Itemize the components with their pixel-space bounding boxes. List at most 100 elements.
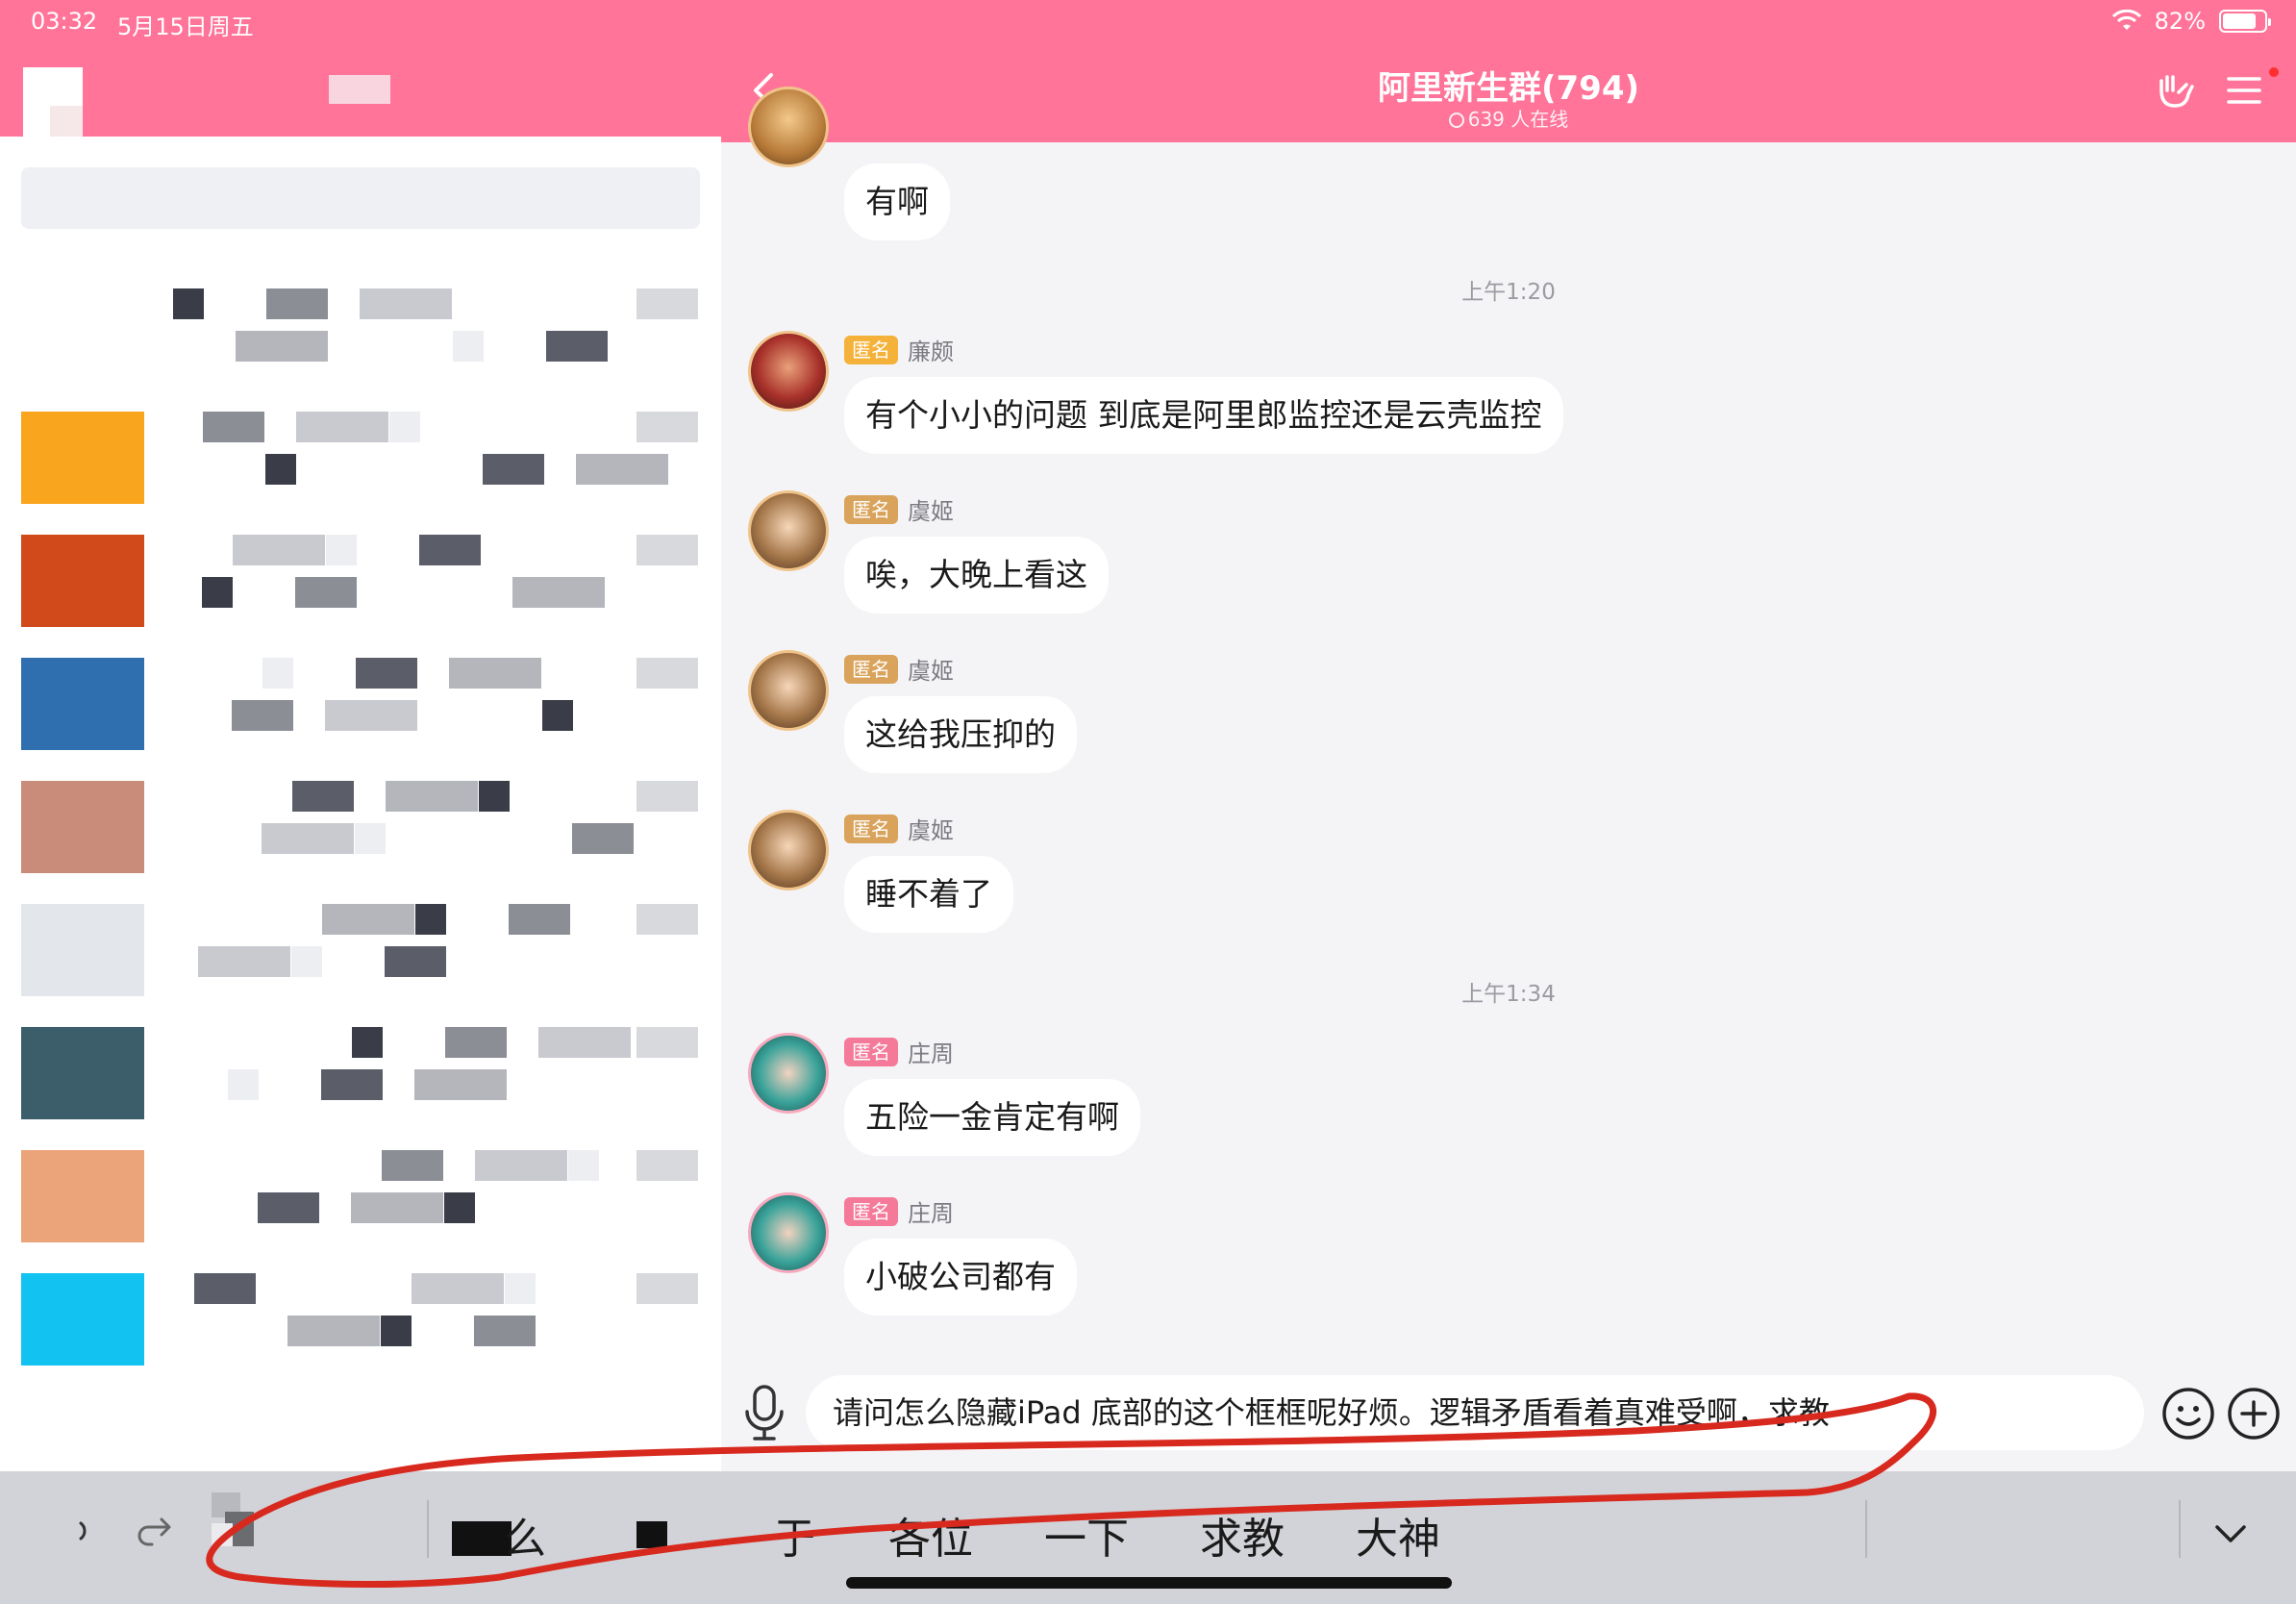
pixelated-block: [194, 1273, 256, 1304]
message-bubble[interactable]: 小破公司都有: [844, 1239, 1077, 1316]
pixelated-block: [453, 331, 484, 362]
candidate-mask: [636, 1521, 667, 1548]
clipboard-icon: [212, 1492, 254, 1546]
chat-pane: 阿里新生群(794) 639 人在线 有啊 上午1:20 匿名 廉颇 有个小小的…: [721, 0, 2296, 1471]
avatar[interactable]: [748, 87, 829, 167]
collapse-keyboard-button[interactable]: [2208, 1510, 2254, 1556]
undo-button[interactable]: [67, 1512, 106, 1550]
voice-button[interactable]: [740, 1383, 788, 1442]
message-bubble[interactable]: 这给我压抑的: [844, 696, 1077, 773]
pixelated-block: [262, 823, 354, 854]
message-meta: 匿名 庄周: [844, 1035, 954, 1068]
anonymous-tag: 匿名: [844, 1196, 898, 1226]
message-bubble[interactable]: 有啊: [844, 163, 950, 240]
conversation-row[interactable]: [0, 658, 721, 781]
online-icon: [1448, 113, 1464, 128]
time-separator: 上午1:20: [1461, 280, 1556, 305]
conversation-avatar: [21, 535, 144, 627]
pixelated-block: [295, 577, 357, 608]
status-time: 03:32: [31, 8, 98, 35]
conversation-row[interactable]: [0, 1027, 721, 1150]
avatar[interactable]: [748, 650, 829, 731]
pixelated-block: [546, 331, 608, 362]
pixelated-block: [228, 1069, 259, 1100]
pixelated-block: [287, 1316, 380, 1346]
conversation-avatar: [21, 1150, 144, 1242]
pixelated-block: [232, 700, 293, 731]
avatar[interactable]: [748, 1033, 829, 1114]
message-bubble[interactable]: 有个小小的问题 到底是阿里郎监控还是云壳监控: [844, 377, 1563, 454]
emoji-button[interactable]: [2161, 1387, 2215, 1441]
undo-icon: [79, 1521, 87, 1541]
paste-button[interactable]: [210, 1491, 263, 1550]
message-bubble[interactable]: 唉，大晚上看这: [844, 537, 1109, 614]
sender-name: 虞姬: [908, 658, 954, 685]
redo-button[interactable]: [133, 1512, 175, 1550]
pixelated-block: [385, 946, 446, 977]
pixelated-block: [636, 1027, 698, 1058]
status-bar: 03:32 5月15日周五 82%: [0, 0, 2296, 46]
avatar[interactable]: [748, 331, 829, 412]
pixelated-block: [415, 904, 446, 935]
pixelated-block: [382, 1150, 443, 1181]
conversation-row[interactable]: [0, 1150, 721, 1273]
conversation-row[interactable]: [0, 288, 721, 412]
pixelated-block: [386, 781, 478, 812]
home-indicator[interactable]: [846, 1577, 1452, 1589]
chevron-down-icon: [2215, 1525, 2246, 1542]
candidate-word[interactable]: 各位: [888, 1504, 973, 1566]
candidate-word[interactable]: 一下: [1044, 1504, 1129, 1566]
conversation-row[interactable]: [0, 904, 721, 1027]
menu-button[interactable]: [2223, 69, 2265, 112]
time-separator: 上午1:34: [1461, 982, 1556, 1007]
candidate-word[interactable]: 大神: [1356, 1504, 1440, 1566]
avatar[interactable]: [748, 490, 829, 571]
pixelated-block: [444, 1192, 475, 1223]
message-bubble[interactable]: 五险一金肯定有啊: [844, 1079, 1140, 1156]
divider: [427, 1500, 429, 1558]
wifi-icon: [2111, 10, 2141, 30]
candidate-word[interactable]: 么: [504, 1504, 546, 1566]
conversation-avatar: [21, 658, 144, 750]
pixelated-block: [445, 1027, 507, 1058]
conversation-search-field[interactable]: [21, 167, 700, 229]
divider: [1865, 1500, 1867, 1558]
notification-dot: [2267, 65, 2281, 79]
pixelated-block: [381, 1316, 412, 1346]
sender-name: 廉颇: [908, 338, 954, 365]
battery-percent: 82%: [2154, 8, 2206, 35]
conversation-avatar: [21, 1273, 144, 1366]
pixelated-block: [202, 577, 233, 608]
hand-gesture-icon: [2159, 75, 2194, 108]
conversation-row[interactable]: [0, 1273, 721, 1396]
conversation-row[interactable]: [0, 781, 721, 904]
conversation-row[interactable]: [0, 535, 721, 658]
conversation-row[interactable]: [0, 412, 721, 535]
message-meta: 匿名 虞姬: [844, 812, 954, 845]
more-button[interactable]: [2227, 1387, 2281, 1441]
conversation-avatar: [21, 781, 144, 873]
pixelated-block: [296, 412, 388, 442]
pixelated-block: [326, 535, 357, 565]
conversation-avatar: [21, 412, 144, 504]
message-meta: 匿名 廉颇: [844, 333, 954, 366]
message-input[interactable]: 请问怎么隐藏iPad 底部的这个框框呢好烦。逻辑矛盾看着真难受啊，求教: [806, 1375, 2144, 1450]
anonymous-tag: 匿名: [844, 1037, 898, 1066]
sender-name: 庄周: [908, 1040, 954, 1067]
candidate-word[interactable]: 求教: [1200, 1504, 1285, 1566]
pixelated-block: [352, 1027, 383, 1058]
message-bubble[interactable]: 睡不着了: [844, 856, 1013, 933]
avatar[interactable]: [748, 810, 829, 890]
anonymous-tag: 匿名: [844, 335, 898, 364]
pixelated-block: [542, 700, 573, 731]
pixelated-block: [636, 412, 698, 442]
avatar[interactable]: [748, 1192, 829, 1273]
pixelated-block: [512, 577, 605, 608]
pixelated-block: [475, 1150, 567, 1181]
candidate-word[interactable]: 于: [773, 1504, 815, 1566]
message-meta: 匿名 虞姬: [844, 652, 954, 686]
pixelated-block: [325, 700, 417, 731]
status-date: 5月15日周五: [117, 13, 254, 40]
gesture-button[interactable]: [2154, 69, 2196, 112]
message-input-bar: 请问怎么隐藏iPad 底部的这个框框呢好烦。逻辑矛盾看着真难受啊，求教: [721, 1356, 2296, 1471]
